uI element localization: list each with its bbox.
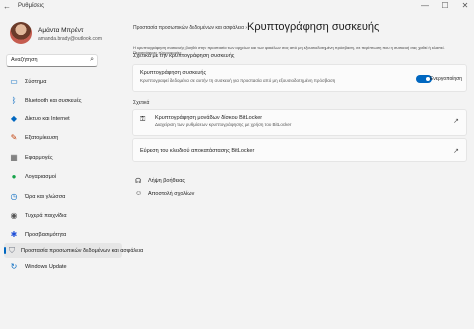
sidebar-item-label: Σύστημα	[25, 78, 47, 85]
wifi-icon: ◆	[10, 114, 18, 123]
sidebar-item-bluetooth[interactable]: ᛒ Bluetooth και συσκευές	[4, 93, 122, 108]
account-icon: ●	[11, 172, 17, 181]
get-help-label: Λήψη βοήθειας	[148, 178, 186, 184]
sidebar-item-label: Ώρα και γλώσσα	[25, 193, 66, 200]
monitor-icon: ▭	[10, 77, 18, 86]
get-help-link[interactable]: ☊ Λήψη βοήθειας	[135, 177, 185, 185]
gamepad-icon: ◉	[10, 211, 18, 220]
sidebar-item-privacy-security[interactable]: ⛉ Προστασία προσωπικών δεδομένων και ασφ…	[4, 243, 143, 258]
brush-icon: ✎	[10, 133, 18, 142]
sidebar-item-personalization[interactable]: ✎ Εξατομίκευση	[4, 130, 122, 145]
apps-icon: ▦	[10, 153, 18, 162]
sidebar-item-accounts[interactable]: ● Λογαριασμοί	[4, 169, 122, 184]
page-title: Κρυπτογράφηση συσκευής	[247, 21, 380, 33]
sidebar-item-label: Τυχερά παιχνίδια	[25, 212, 67, 219]
sidebar-item-system[interactable]: ▭ Σύστημα	[4, 74, 122, 89]
search-box[interactable]: ⌕	[6, 54, 98, 67]
encryption-subtitle: Κρυπτογραφεί δεδομένα σε αυτήν τη συσκευ…	[140, 78, 336, 83]
title-bar: ← Ρυθμίσεις — ☐ ✕	[0, 0, 474, 14]
sidebar-item-gaming[interactable]: ◉ Τυχερά παιχνίδια	[4, 208, 122, 223]
globe-clock-icon: ◷	[10, 192, 18, 201]
update-icon: ↻	[10, 262, 18, 271]
sidebar-item-label: Windows Update	[25, 263, 67, 270]
profile-name: Αμάντα Μπρέντ	[38, 27, 84, 34]
external-link-icon: ↗	[453, 148, 459, 155]
search-input[interactable]	[11, 57, 86, 63]
recovery-key-title: Εύρεση του κλειδιού αποκατάστασης BitLoc…	[140, 148, 255, 154]
breadcrumb-parent[interactable]: Προστασία προσωπικών δεδομένων και ασφάλ…	[133, 25, 244, 31]
window-title: Ρυθμίσεις	[18, 3, 45, 9]
sidebar-item-label: Bluetooth και συσκευές	[25, 97, 82, 104]
sidebar-item-accessibility[interactable]: ✱ Προσβασιμότητα	[4, 227, 122, 242]
device-encryption-card: Κρυπτογράφηση συσκευής Κρυπτογραφεί δεδο…	[132, 64, 467, 92]
sidebar-item-network[interactable]: ◆ Δίκτυο και Internet	[4, 111, 122, 126]
search-icon[interactable]: ⌕	[90, 56, 94, 64]
sidebar-item-time-language[interactable]: ◷ Ώρα και γλώσσα	[4, 189, 122, 204]
sidebar: Αμάντα Μπρέντ amanda.brady@outlook.com ⌕…	[0, 14, 143, 329]
bitlocker-title: Κρυπτογράφηση μονάδων δίσκου BitLocker	[155, 115, 263, 121]
sidebar-item-windows-update[interactable]: ↻ Windows Update	[4, 259, 122, 274]
sidebar-item-label: Προσβασιμότητα	[25, 231, 67, 238]
sidebar-item-label: Προστασία προσωπικών δεδομένων και ασφάλ…	[21, 247, 144, 254]
maximize-button[interactable]: ☐	[438, 1, 452, 10]
bitlocker-link-card[interactable]: ⚿ Κρυπτογράφηση μονάδων δίσκου BitLocker…	[132, 109, 467, 136]
main-content: Προστασία προσωπικών δεδομένων και ασφάλ…	[126, 14, 474, 329]
accessibility-icon: ✱	[10, 230, 18, 239]
breadcrumb: Προστασία προσωπικών δεδομένων και ασφάλ…	[133, 25, 247, 31]
shield-icon: ⛉	[9, 245, 15, 255]
send-feedback-link[interactable]: ☺ Αποστολή σχολίων	[135, 190, 194, 197]
back-arrow-icon[interactable]: ←	[3, 2, 11, 11]
sidebar-item-label: Εφαρμογές	[25, 154, 53, 161]
profile-email: amanda.brady@outlook.com	[38, 36, 102, 42]
external-link-icon: ↗	[453, 118, 459, 125]
close-button[interactable]: ✕	[458, 1, 472, 10]
sidebar-item-label: Δίκτυο και Internet	[25, 115, 70, 122]
encryption-title: Κρυπτογράφηση συσκευής	[140, 70, 207, 76]
feedback-icon: ☺	[135, 190, 143, 197]
related-heading: Σχετικά	[133, 100, 150, 106]
avatar	[10, 22, 32, 44]
sidebar-item-label: Εξατομίκευση	[25, 134, 59, 141]
sidebar-item-apps[interactable]: ▦ Εφαρμογές	[4, 150, 122, 165]
help-icon: ☊	[135, 178, 142, 185]
encryption-toggle-label: Ενεργοποίηση	[429, 76, 462, 82]
bluetooth-icon: ᛒ	[11, 96, 17, 105]
minimize-button[interactable]: —	[418, 1, 432, 10]
sidebar-item-label: Λογαριασμοί	[25, 173, 57, 180]
section-heading: Σχετικά με την κρυπτογράφηση συσκευής	[133, 53, 235, 59]
key-icon: ⚿	[140, 116, 146, 123]
recovery-key-link-card[interactable]: Εύρεση του κλειδιού αποκατάστασης BitLoc…	[132, 138, 467, 162]
bitlocker-subtitle: Διαχείριση των ρυθμίσεων κρυπτογράφησης …	[155, 122, 292, 127]
send-feedback-label: Αποστολή σχολίων	[148, 190, 195, 197]
